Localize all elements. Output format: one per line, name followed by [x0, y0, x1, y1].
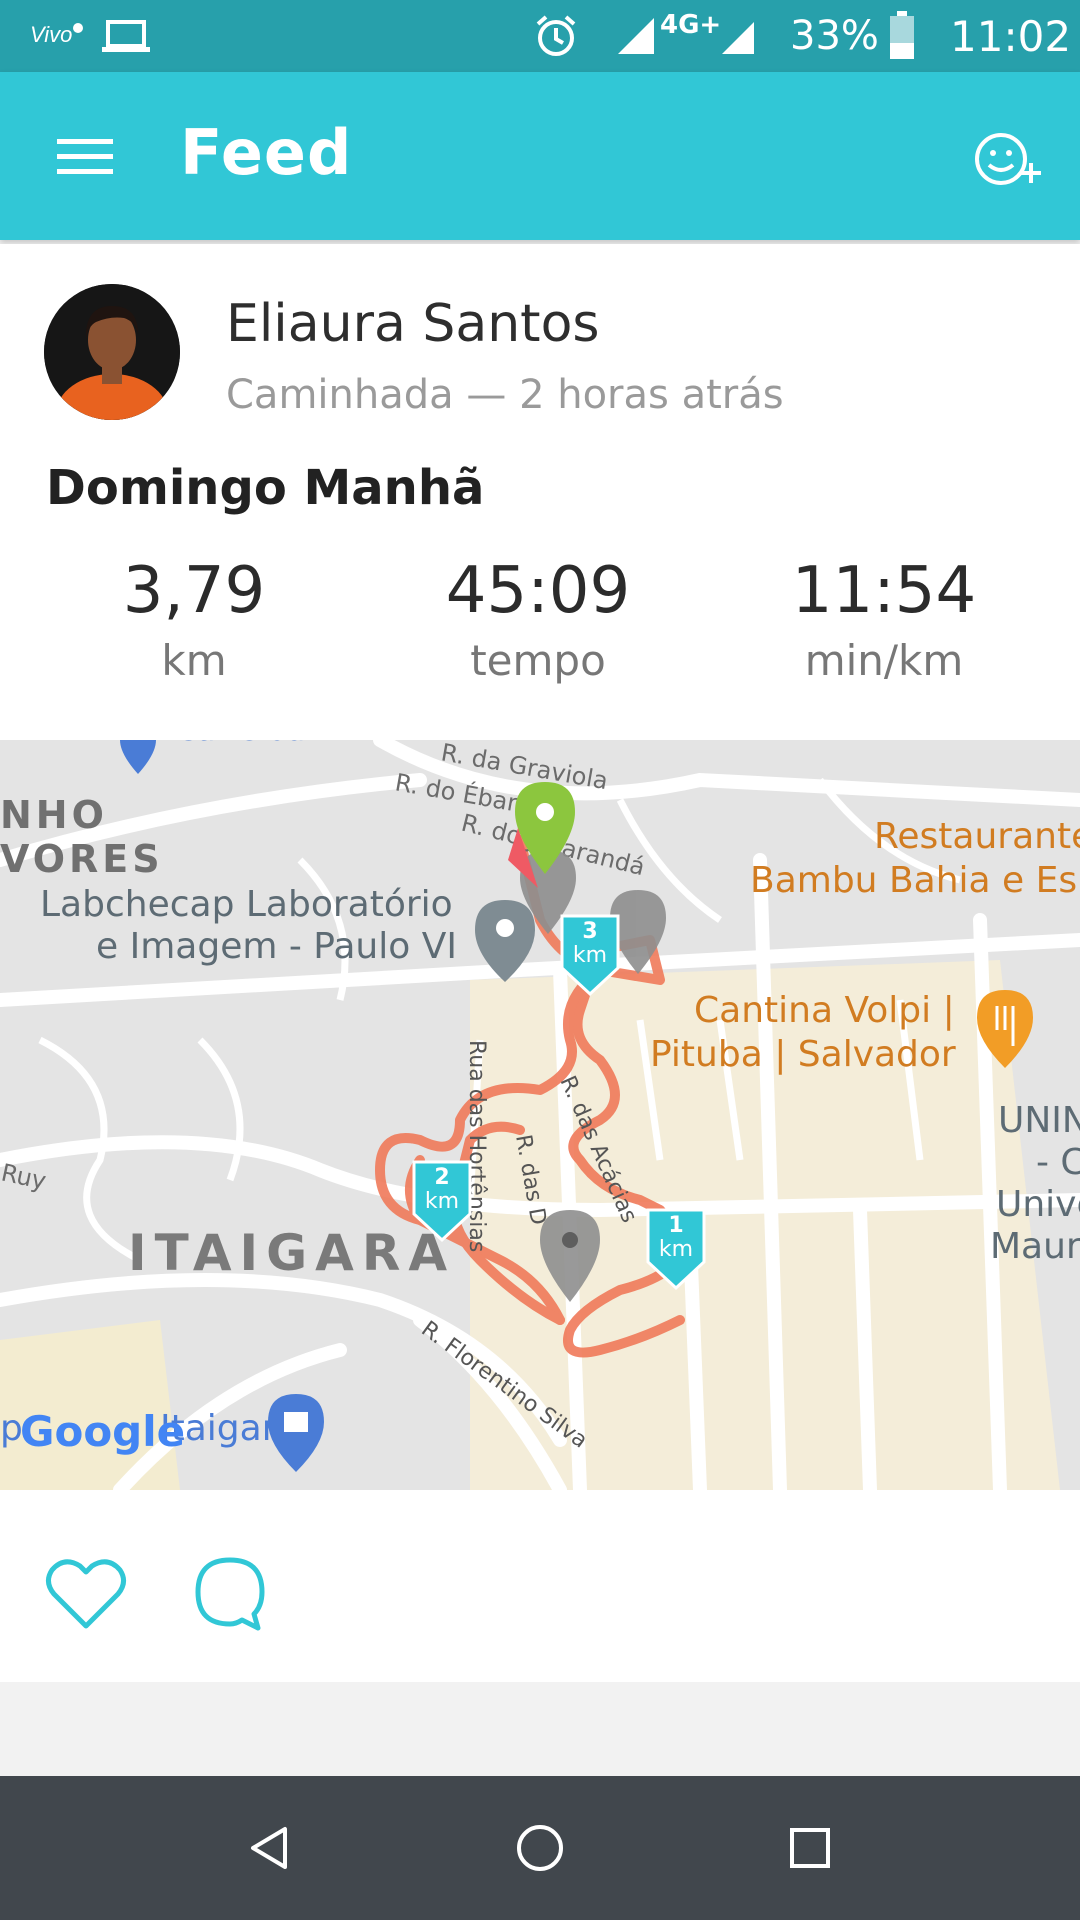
stat-time: 45:09 tempo	[388, 554, 688, 685]
clock: 11:02	[950, 11, 1072, 61]
map-label-unin-4: Maur	[990, 1226, 1080, 1267]
map-label-restaurant-1: Restaurante	[874, 816, 1080, 857]
network-type: 4G+	[660, 10, 722, 40]
google-logo: Google	[20, 1407, 185, 1456]
map-label-cantina-2: Pituba | Salvador	[650, 1034, 956, 1075]
avatar[interactable]	[44, 284, 180, 420]
map-label-carrefour: Carrefour	[176, 740, 318, 748]
map-label-lab-1: Labchecap Laboratório	[40, 884, 453, 925]
stat-pace: 11:54 min/km	[734, 554, 1034, 685]
app-bar: Feed	[0, 72, 1080, 240]
stat-pace-unit: min/km	[804, 636, 964, 685]
alarm-icon	[532, 0, 580, 72]
map-label-unin-1: UNIN	[998, 1100, 1080, 1141]
laptop-icon	[100, 0, 152, 72]
signal-icon	[614, 0, 658, 72]
hamburger-menu-icon[interactable]	[40, 112, 130, 202]
map-label-vores: VORES	[0, 837, 164, 881]
back-triangle-icon[interactable]	[220, 1798, 320, 1898]
map-label-unin-3: Unive	[996, 1184, 1080, 1225]
km-marker-1-unit: km	[659, 1237, 693, 1262]
km-marker-3-num: 3	[582, 919, 597, 944]
system-nav-bar	[0, 1776, 1080, 1920]
map-label-unin-2: - C	[1036, 1142, 1080, 1183]
battery-icon	[888, 0, 916, 72]
km-marker-1-num: 1	[668, 1213, 683, 1238]
map-label-nho: NHO	[0, 793, 108, 837]
home-circle-icon[interactable]	[490, 1798, 590, 1898]
recents-square-icon[interactable]	[760, 1798, 860, 1898]
stat-time-unit: tempo	[470, 636, 606, 685]
stat-distance-unit: km	[161, 636, 227, 685]
map-label-restaurant-2: Bambu Bahia e Es	[750, 860, 1077, 901]
map-label-cantina-1: Cantina Volpi |	[694, 990, 955, 1031]
stat-pace-value: 11:54	[791, 554, 977, 628]
post-actions	[0, 1490, 1080, 1680]
activity-title: Domingo Manhã	[46, 460, 485, 516]
signal-icon-2	[718, 0, 758, 72]
user-name[interactable]: Eliaura Santos	[226, 294, 599, 354]
map-label-itaigara: ITAIGARA	[128, 1224, 455, 1282]
comment-bubble-icon[interactable]	[192, 1554, 268, 1634]
km-marker-2-unit: km	[425, 1189, 459, 1214]
status-bar: Vivo 4G+ 33% 11:02	[0, 0, 1080, 72]
svg-text:Vivo: Vivo	[30, 22, 72, 47]
heart-outline-icon[interactable]	[44, 1556, 128, 1632]
route-map[interactable]: R. da Graviola R. do Ébano R. do Jacaran…	[0, 740, 1080, 1490]
vivo-logo-icon: Vivo	[28, 0, 88, 72]
stat-distance-value: 3,79	[122, 554, 266, 628]
page-title: Feed	[180, 116, 353, 189]
km-marker-2-num: 2	[434, 1165, 449, 1190]
activity-subtitle: Caminhada — 2 horas atrás	[226, 372, 784, 418]
stat-time-value: 45:09	[445, 554, 631, 628]
battery-percent: 33%	[790, 13, 879, 59]
add-friend-smiley-icon[interactable]	[964, 114, 1054, 204]
map-label-hortensias: Rua das Hortênsias	[464, 1040, 489, 1252]
map-label-lab-2: e Imagem - Paulo VI	[96, 926, 457, 967]
km-marker-3-unit: km	[573, 943, 607, 968]
stat-distance: 3,79 km	[44, 554, 344, 685]
